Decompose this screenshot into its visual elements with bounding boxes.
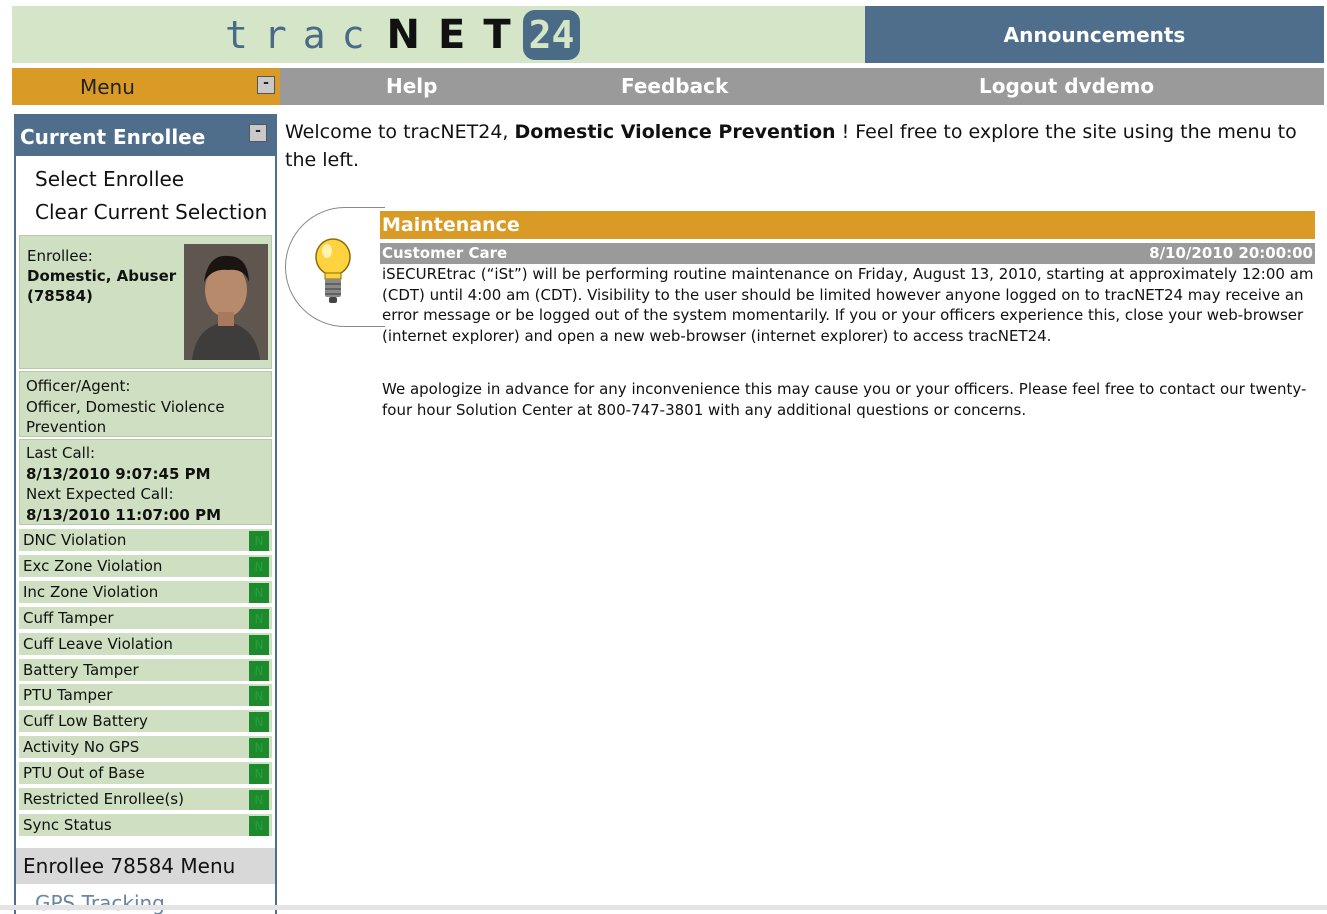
status-label: Cuff Low Battery [23, 712, 148, 731]
officer-label: Officer/Agent: [26, 377, 131, 395]
status-row: Activity No GPS N [19, 736, 272, 761]
current-enrollee-title: Current Enrollee [20, 125, 206, 149]
status-row: Sync Status N [19, 813, 272, 838]
status-label: Cuff Tamper [23, 608, 114, 627]
header: trac NET 24 Announcements [12, 6, 1324, 63]
status-row: Inc Zone Violation N [19, 580, 272, 605]
sidebar: Current Enrollee - Select Enrollee Clear… [14, 114, 277, 914]
current-enrollee-header: Current Enrollee - [16, 114, 275, 156]
status-flag: N [249, 790, 269, 810]
nav-bar: Menu - Help Feedback Logout dvdemo [12, 68, 1324, 105]
officer-name: Officer, Domestic Violence Prevention [26, 397, 225, 437]
status-label: Activity No GPS [23, 738, 140, 757]
enrollee-menu-title: Enrollee 78584 Menu [23, 854, 236, 878]
status-row: DNC Violation N [19, 529, 272, 553]
maintenance-date: 8/10/2010 20:00:00 [1149, 244, 1313, 262]
logout-link[interactable]: Logout dvdemo [979, 74, 1154, 98]
page-bottom-border [0, 905, 1327, 910]
current-enrollee-collapse-button[interactable]: - [249, 124, 267, 142]
status-label: Battery Tamper [23, 660, 139, 679]
status-label: Exc Zone Violation [23, 556, 163, 575]
next-call-label: Next Expected Call: [26, 485, 174, 503]
tracnet24-logo[interactable]: trac NET 24 [225, 6, 581, 63]
enrollee-info: Enrollee: Domestic, Abuser (78584) [19, 235, 272, 369]
help-link[interactable]: Help [386, 74, 437, 98]
status-row: Restricted Enrollee(s) N [19, 788, 272, 812]
maintenance-title-bar: Maintenance [380, 211, 1315, 239]
last-call-value: 8/13/2010 9:07:45 PM [26, 464, 211, 483]
announcements-link[interactable]: Announcements [865, 6, 1324, 63]
lightbulb-icon [315, 238, 351, 303]
status-flag: N [249, 531, 269, 551]
welcome-org: Domestic Violence Prevention [514, 121, 836, 143]
status-row: Cuff Tamper N [19, 606, 272, 631]
status-label: Sync Status [23, 815, 112, 834]
maintenance-paragraph-2: We apologize in advance for any inconven… [382, 379, 1307, 419]
status-row: PTU Tamper N [19, 684, 272, 709]
logo-area: trac NET 24 [12, 6, 865, 63]
clear-selection-link[interactable]: Clear Current Selection [35, 200, 267, 224]
enrollee-label: Enrollee: [27, 247, 93, 265]
status-row: Cuff Leave Violation N [19, 632, 272, 657]
status-flag: N [249, 686, 269, 707]
welcome-message: Welcome to tracNET24, Domestic Violence … [285, 118, 1321, 174]
status-flag: N [249, 556, 269, 577]
status-label: Cuff Leave Violation [23, 634, 173, 653]
status-flag: N [249, 764, 269, 785]
officer-info: Officer/Agent: Officer, Domestic Violenc… [19, 371, 272, 437]
logo-bold-text: NET [386, 11, 529, 58]
status-label: DNC Violation [23, 531, 127, 549]
status-flag: N [249, 660, 269, 681]
status-flag: N [249, 608, 269, 629]
next-call-value: 8/13/2010 11:07:00 PM [26, 505, 221, 524]
maintenance-meta-bar: Customer Care 8/10/2010 20:00:00 [380, 243, 1315, 264]
maintenance-author: Customer Care [382, 244, 508, 262]
gps-tracking-link[interactable]: GPS Tracking [35, 891, 165, 914]
status-flag: N [249, 815, 269, 836]
status-flag: N [249, 634, 269, 655]
status-flag: N [249, 738, 269, 759]
menu-collapse-button[interactable]: - [257, 76, 275, 94]
status-row: Battery Tamper N [19, 658, 272, 683]
enrollee-photo [184, 244, 268, 360]
status-label: PTU Out of Base [23, 764, 145, 783]
status-label: Inc Zone Violation [23, 582, 159, 601]
last-call-label: Last Call: [26, 444, 96, 462]
status-label: PTU Tamper [23, 686, 113, 705]
logo-box-text: 24 [522, 9, 581, 60]
status-flag: N [249, 582, 269, 603]
feedback-link[interactable]: Feedback [621, 74, 728, 98]
logo-light-text: trac [225, 12, 381, 57]
welcome-prefix: Welcome to tracNET24, [285, 121, 509, 143]
status-label: Restricted Enrollee(s) [23, 790, 184, 808]
enrollee-menu-header[interactable]: Enrollee 78584 Menu [16, 848, 275, 884]
maintenance-body: iSECUREtrac (“iSt”) will be performing r… [382, 264, 1317, 452]
enrollee-name: Domestic, Abuser (78584) [27, 267, 177, 305]
status-flag: N [249, 712, 269, 733]
call-info: Last Call: 8/13/2010 9:07:45 PM Next Exp… [19, 439, 272, 525]
select-enrollee-link[interactable]: Select Enrollee [35, 167, 184, 191]
maintenance-paragraph-1: iSECUREtrac (“iSt”) will be performing r… [382, 265, 1314, 346]
menu-label: Menu [80, 75, 135, 99]
maintenance-title: Maintenance [382, 214, 520, 236]
status-row: Cuff Low Battery N [19, 710, 272, 735]
status-row: PTU Out of Base N [19, 762, 272, 787]
status-row: Exc Zone Violation N [19, 554, 272, 579]
menu-tab[interactable]: Menu - [12, 68, 280, 105]
